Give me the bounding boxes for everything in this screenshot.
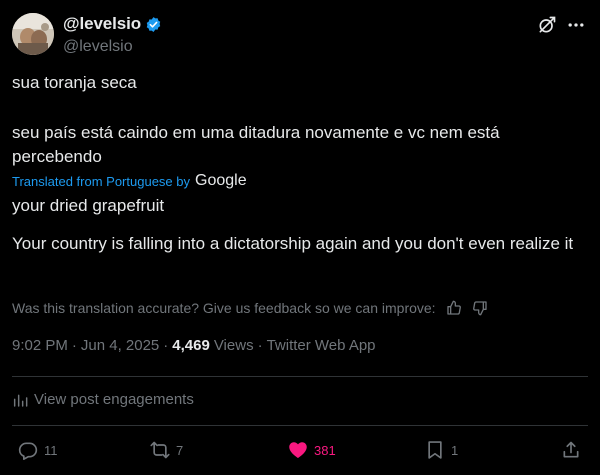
translation-attribution[interactable]: Translated from Portuguese by Google bbox=[12, 172, 247, 190]
post-meta: 9:02 PM · Jun 4, 2025 · 4,469 Views · Tw… bbox=[12, 337, 376, 354]
heart-icon bbox=[289, 442, 307, 458]
like-button[interactable]: 381 bbox=[288, 440, 336, 460]
post-translated-line-2: Your country is falling into a dictators… bbox=[12, 234, 574, 253]
author-handle[interactable]: @levelsio bbox=[63, 38, 133, 56]
repost-button[interactable]: 7 bbox=[150, 440, 183, 460]
meta-separator: · bbox=[163, 337, 169, 354]
post-detail: @levelsio @levelsio sua toranja seca seu… bbox=[0, 0, 600, 475]
grok-icon[interactable] bbox=[537, 15, 557, 35]
share-icon bbox=[563, 441, 579, 458]
meta-separator: · bbox=[71, 337, 77, 354]
avatar[interactable] bbox=[12, 13, 54, 55]
thumbs-down-icon[interactable] bbox=[472, 300, 488, 316]
bookmark-icon bbox=[428, 441, 442, 459]
share-button[interactable] bbox=[561, 440, 581, 460]
post-original-line-2: seu país está caindo em uma ditadura nov… bbox=[12, 123, 500, 166]
more-icon[interactable] bbox=[566, 15, 586, 35]
bookmark-count: 1 bbox=[451, 442, 459, 458]
divider bbox=[12, 425, 588, 426]
bookmark-button[interactable]: 1 bbox=[425, 440, 458, 460]
translated-from-label: Translated from Portuguese by bbox=[12, 173, 190, 189]
repost-icon bbox=[150, 441, 170, 459]
post-original-line-1: sua toranja seca bbox=[12, 73, 137, 92]
view-engagements-link[interactable]: View post engagements bbox=[12, 391, 194, 408]
post-time[interactable]: 9:02 PM bbox=[12, 337, 68, 354]
views-count: 4,469 bbox=[172, 337, 210, 354]
like-count: 381 bbox=[314, 442, 336, 458]
feedback-prompt: Was this translation accurate? Give us f… bbox=[12, 300, 436, 316]
translation-feedback: Was this translation accurate? Give us f… bbox=[12, 300, 488, 316]
reply-count: 11 bbox=[44, 442, 58, 458]
post-date[interactable]: Jun 4, 2025 bbox=[81, 337, 159, 354]
author-display-name[interactable]: @levelsio bbox=[63, 14, 141, 34]
engagements-label: View post engagements bbox=[34, 391, 194, 408]
meta-separator: · bbox=[257, 337, 263, 354]
google-logo: Google bbox=[195, 172, 247, 189]
verified-badge-icon bbox=[146, 16, 161, 32]
reply-icon bbox=[18, 442, 38, 460]
repost-count: 7 bbox=[176, 442, 184, 458]
views-label: Views bbox=[213, 337, 254, 354]
thumbs-up-icon[interactable] bbox=[446, 300, 462, 316]
post-source: Twitter Web App bbox=[266, 337, 376, 354]
post-translated-line-1: your dried grapefruit bbox=[12, 196, 165, 215]
divider bbox=[12, 376, 588, 377]
author-name-row[interactable]: @levelsio bbox=[63, 14, 162, 34]
analytics-icon bbox=[13, 394, 28, 407]
reply-button[interactable]: 11 bbox=[18, 440, 58, 460]
